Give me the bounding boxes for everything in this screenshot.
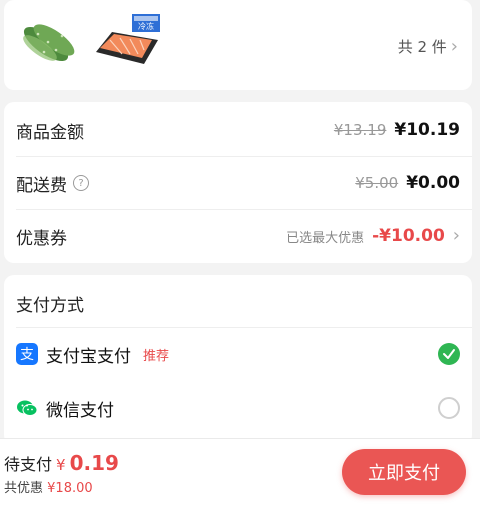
total-saved-amount: ¥18.00 <box>47 481 93 496</box>
recommend-tag: 推荐 <box>143 348 170 364</box>
payment-method-title: 支付方式 <box>16 296 84 316</box>
goods-amount-row: 商品金额 ¥13.19 ¥10.19 <box>16 104 460 156</box>
total-saved-label: 共优惠 <box>4 481 44 496</box>
radio-checked-icon[interactable] <box>438 343 460 365</box>
delivery-fee-row: 配送费 ? ¥5.00 ¥0.00 <box>16 157 460 209</box>
cucumber-thumbnail <box>23 24 75 62</box>
checkout-page: 冷冻 共 2 件 › 商品金额 ¥13.19 ¥10.19 配送费 ? ¥5.0… <box>0 0 480 521</box>
delivery-current-fee: ¥0.00 <box>406 173 460 193</box>
coupon-value: -¥10.00 <box>372 226 445 246</box>
coupon-label: 优惠券 <box>16 228 67 249</box>
checkout-bottom-bar: 待支付 ¥ 0.19 共优惠 ¥18.00 立即支付 <box>0 438 480 521</box>
item-count-label: 共 2 件 <box>397 38 447 56</box>
payment-method-card: 支付方式 支 支付宝支付 推荐 微信支付 <box>4 275 472 445</box>
pay-now-button[interactable]: 立即支付 <box>342 449 466 495</box>
wechat-icon <box>17 400 38 416</box>
payment-option-wechat[interactable]: 微信支付 <box>16 383 460 433</box>
payment-option-name: 微信支付 <box>46 400 114 421</box>
payment-option-name: 支付宝支付 <box>46 346 131 367</box>
divider <box>16 327 472 328</box>
pending-payment: 待支付 ¥ 0.19 <box>4 451 119 475</box>
delivery-fee-label: 配送费 <box>16 175 67 196</box>
pending-payment-label: 待支付 <box>4 455 53 474</box>
item-count[interactable]: 共 2 件 › <box>398 36 458 57</box>
radio-unchecked-icon[interactable] <box>438 397 460 419</box>
goods-original-price: ¥13.19 <box>333 121 387 139</box>
goods-current-price: ¥10.19 <box>394 120 460 140</box>
svg-text:支: 支 <box>20 347 34 363</box>
delivery-original-fee: ¥5.00 <box>355 174 399 192</box>
amount-summary-card: 商品金额 ¥13.19 ¥10.19 配送费 ? ¥5.00 ¥0.00 优惠券… <box>4 102 472 263</box>
product-summary-card[interactable]: 冷冻 共 2 件 › <box>4 0 472 90</box>
alipay-icon: 支 <box>16 343 38 365</box>
chevron-right-icon: › <box>450 35 458 57</box>
frozen-badge-label: 冷冻 <box>138 21 154 31</box>
coupon-row[interactable]: 优惠券 已选最大优惠 -¥10.00 › <box>16 210 460 262</box>
currency-symbol: ¥ <box>56 456 66 474</box>
chevron-right-icon: › <box>452 225 460 246</box>
goods-amount-label: 商品金额 <box>16 122 84 143</box>
total-saved: 共优惠 ¥18.00 <box>4 477 93 496</box>
coupon-note: 已选最大优惠 <box>286 230 365 246</box>
pending-payment-amount: 0.19 <box>69 451 119 475</box>
help-icon[interactable]: ? <box>73 175 89 191</box>
payment-option-alipay[interactable]: 支 支付宝支付 推荐 <box>16 329 460 379</box>
salmon-thumbnail: 冷冻 <box>96 14 160 64</box>
